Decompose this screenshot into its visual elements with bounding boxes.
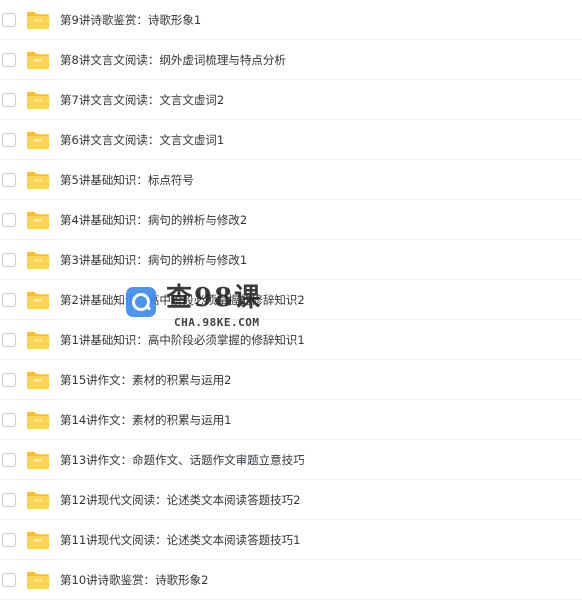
file-row[interactable]: 第9讲诗歌鉴赏：诗歌形象1 [0, 0, 582, 40]
file-name-link[interactable]: 第7讲文言文阅读：文言文虚词2 [60, 91, 224, 109]
file-name-link[interactable]: 第12讲现代文阅读：论述类文本阅读答题技巧2 [60, 491, 300, 509]
row-checkbox[interactable] [2, 372, 16, 387]
file-name-link[interactable]: 第1讲基础知识：高中阶段必须掌握的修辞知识1 [60, 331, 305, 349]
folder-icon [26, 530, 50, 550]
row-checkbox[interactable] [2, 532, 16, 547]
file-row[interactable]: 第11讲现代文阅读：论述类文本阅读答题技巧1 [0, 520, 582, 560]
file-name-link[interactable]: 第11讲现代文阅读：论述类文本阅读答题技巧1 [60, 531, 300, 549]
file-row[interactable]: 第5讲基础知识：标点符号 [0, 160, 582, 200]
file-row[interactable]: 第8讲文言文阅读：纲外虚词梳理与特点分析 [0, 40, 582, 80]
file-name-link[interactable]: 第15讲作文：素材的积累与运用2 [60, 371, 231, 389]
row-checkbox[interactable] [2, 492, 16, 507]
folder-icon [26, 490, 50, 510]
row-checkbox[interactable] [2, 92, 16, 107]
file-row[interactable]: 第3讲基础知识：病句的辨析与修改1 [0, 240, 582, 280]
file-name-link[interactable]: 第10讲诗歌鉴赏：诗歌形象2 [60, 571, 208, 589]
file-row[interactable]: 第1讲基础知识：高中阶段必须掌握的修辞知识1 [0, 320, 582, 360]
folder-icon [26, 130, 50, 150]
file-name-link[interactable]: 第8讲文言文阅读：纲外虚词梳理与特点分析 [60, 51, 286, 69]
file-name-link[interactable]: 第3讲基础知识：病句的辨析与修改1 [60, 251, 247, 269]
folder-icon [26, 410, 50, 430]
file-row[interactable]: 第4讲基础知识：病句的辨析与修改2 [0, 200, 582, 240]
file-row[interactable]: 第12讲现代文阅读：论述类文本阅读答题技巧2 [0, 480, 582, 520]
row-checkbox[interactable] [2, 452, 16, 467]
row-checkbox[interactable] [2, 332, 16, 347]
folder-icon [26, 370, 50, 390]
row-checkbox[interactable] [2, 212, 16, 227]
row-checkbox[interactable] [2, 132, 16, 147]
file-list: 第9讲诗歌鉴赏：诗歌形象1 第8讲文言文阅读：纲外虚词梳理与特点分析 第7讲文言… [0, 0, 582, 600]
folder-icon [26, 450, 50, 470]
file-row[interactable]: 第10讲诗歌鉴赏：诗歌形象2 [0, 560, 582, 600]
file-name-link[interactable]: 第2讲基础知识：高中阶段必须掌握的修辞知识2 [60, 291, 305, 309]
row-checkbox[interactable] [2, 12, 16, 27]
folder-icon [26, 210, 50, 230]
folder-icon [26, 330, 50, 350]
file-name-link[interactable]: 第5讲基础知识：标点符号 [60, 171, 194, 189]
folder-icon [26, 570, 50, 590]
row-checkbox[interactable] [2, 52, 16, 67]
folder-icon [26, 250, 50, 270]
file-row[interactable]: 第13讲作文：命题作文、话题作文审题立意技巧 [0, 440, 582, 480]
file-row[interactable]: 第6讲文言文阅读：文言文虚词1 [0, 120, 582, 160]
file-name-link[interactable]: 第14讲作文：素材的积累与运用1 [60, 411, 231, 429]
row-checkbox[interactable] [2, 172, 16, 187]
folder-icon [26, 290, 50, 310]
file-row[interactable]: 第15讲作文：素材的积累与运用2 [0, 360, 582, 400]
file-row[interactable]: 第14讲作文：素材的积累与运用1 [0, 400, 582, 440]
file-row[interactable]: 第2讲基础知识：高中阶段必须掌握的修辞知识2 [0, 280, 582, 320]
folder-icon [26, 10, 50, 30]
file-name-link[interactable]: 第13讲作文：命题作文、话题作文审题立意技巧 [60, 451, 305, 469]
row-checkbox[interactable] [2, 572, 16, 587]
file-row[interactable]: 第7讲文言文阅读：文言文虚词2 [0, 80, 582, 120]
folder-icon [26, 170, 50, 190]
row-checkbox[interactable] [2, 292, 16, 307]
folder-icon [26, 90, 50, 110]
row-checkbox[interactable] [2, 412, 16, 427]
file-name-link[interactable]: 第6讲文言文阅读：文言文虚词1 [60, 131, 224, 149]
folder-icon [26, 50, 50, 70]
file-name-link[interactable]: 第9讲诗歌鉴赏：诗歌形象1 [60, 11, 201, 29]
row-checkbox[interactable] [2, 252, 16, 267]
file-name-link[interactable]: 第4讲基础知识：病句的辨析与修改2 [60, 211, 247, 229]
